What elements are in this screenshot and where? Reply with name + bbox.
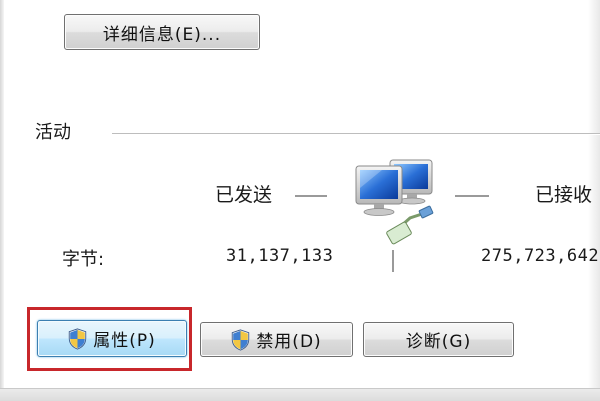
received-label: 已接收 (535, 184, 593, 206)
disable-button-label: 禁用(D) (256, 332, 322, 352)
bytes-label: 字节: (62, 249, 105, 270)
uac-shield-icon (232, 328, 250, 351)
bytes-received-value: 275,723,642 (481, 246, 600, 266)
bytes-sent-value: 31,137,133 (226, 246, 334, 266)
details-button-label: 详细信息(E)... (102, 24, 222, 45)
sent-connector-line (295, 195, 327, 197)
received-connector-line (455, 195, 489, 197)
network-computers-icon (355, 159, 434, 245)
details-button[interactable]: 详细信息(E)... (64, 14, 260, 50)
activity-separator (112, 133, 600, 135)
window-left-edge (0, 0, 4, 400)
window-bottom-edge (0, 388, 600, 401)
status-dialog: 详细信息(E)... 活动 已发送 已接收 字节: 31,137,133 275… (0, 0, 600, 401)
activity-section-label: 活动 (35, 122, 71, 143)
bytes-divider (392, 250, 394, 272)
uac-shield-icon (69, 327, 87, 350)
diagnose-button-label: 诊断(G) (405, 332, 472, 352)
properties-button-label: 属性(P) (93, 331, 156, 351)
sent-label: 已发送 (215, 184, 273, 206)
diagnose-button[interactable]: 诊断(G) (363, 322, 514, 357)
properties-button[interactable]: 属性(P) (37, 320, 187, 357)
disable-button[interactable]: 禁用(D) (200, 322, 353, 357)
